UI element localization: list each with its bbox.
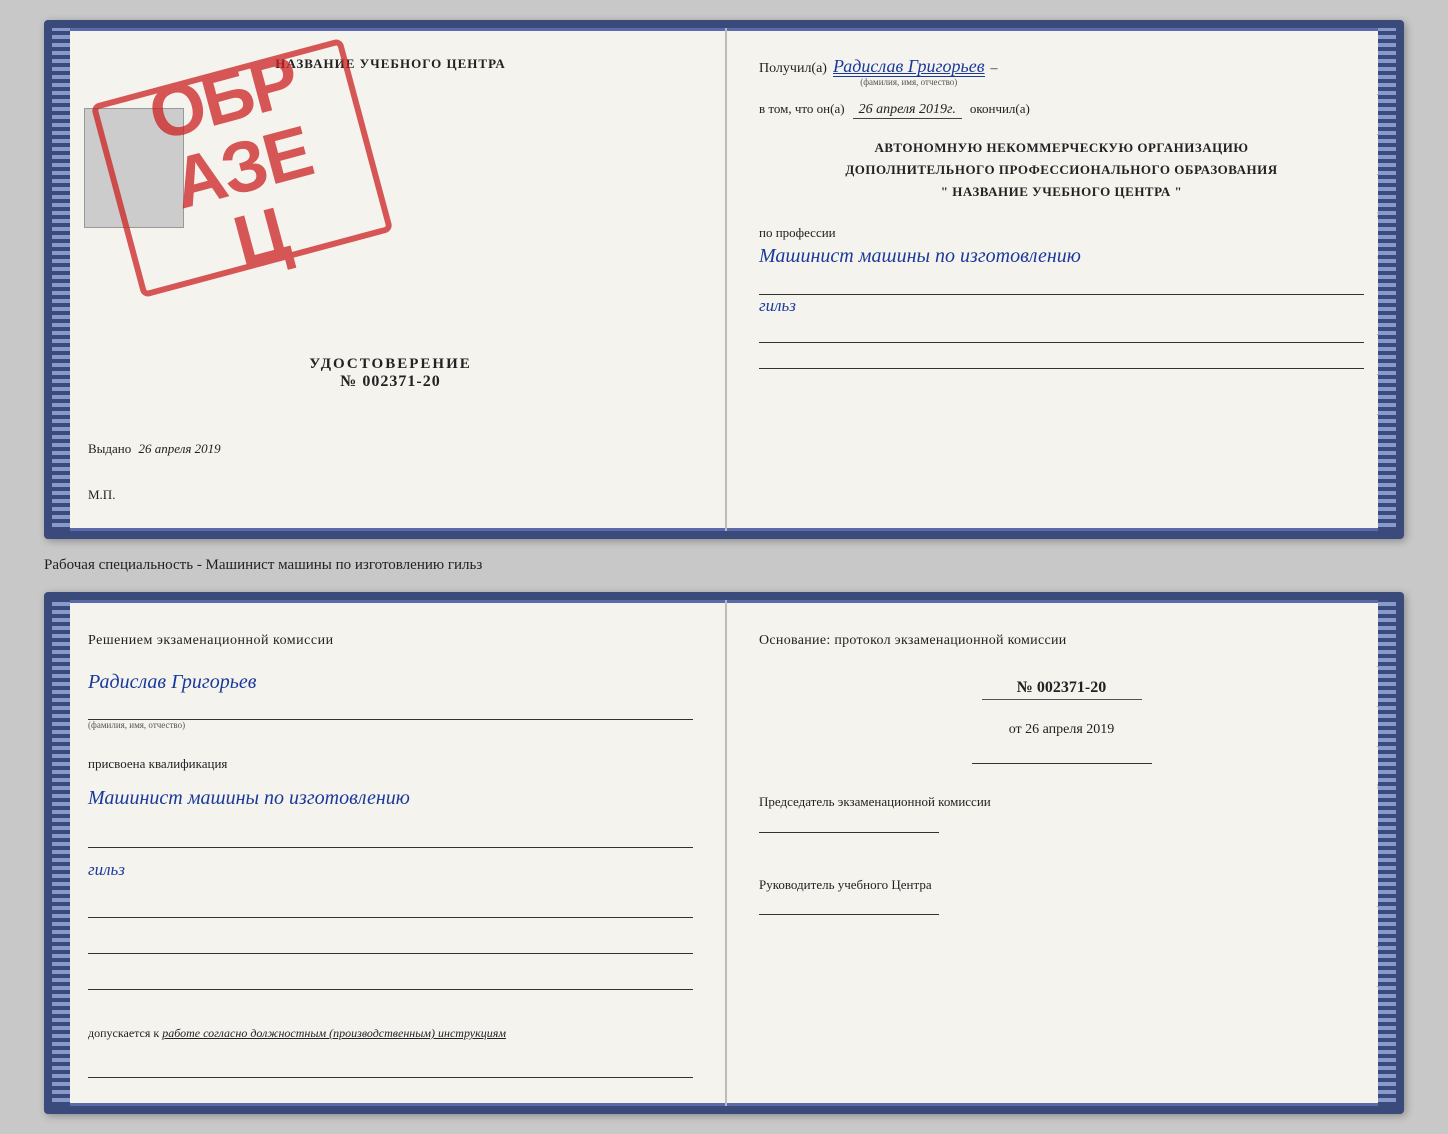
chairman-sign-line bbox=[759, 832, 939, 833]
dash-1: – bbox=[991, 61, 998, 77]
caption-text: Рабочая специальность - Машинист машины … bbox=[40, 557, 482, 574]
chairman-label: Председатель экзаменационной комиссии bbox=[759, 792, 1364, 812]
kvalif-underline-4 bbox=[88, 966, 693, 990]
osnov-header: Основание: протокол экзаменационной коми… bbox=[759, 628, 1364, 653]
kvalif-underline-3 bbox=[88, 930, 693, 954]
vtom-prefix: в том, что он(а) bbox=[759, 101, 845, 117]
vidan-date: 26 апреля 2019 bbox=[139, 441, 221, 456]
doc2-fio-hint: (фамилия, имя, отчество) bbox=[88, 720, 693, 730]
rukov-label: Руководитель учебного Центра bbox=[759, 875, 1364, 895]
vtom-date: 26 апреля 2019г. bbox=[853, 102, 962, 119]
mp-line: М.П. bbox=[88, 487, 693, 503]
rukov-sign-line bbox=[759, 914, 939, 915]
vtom-line: в том, что он(а) 26 апреля 2019г. окончи… bbox=[759, 101, 1364, 119]
dopusk-prefix: допускается к bbox=[88, 1026, 159, 1040]
rukov-block: Руководитель учебного Центра bbox=[759, 875, 1364, 930]
underline-3 bbox=[759, 345, 1364, 369]
underline-2 bbox=[759, 319, 1364, 343]
name-underline bbox=[88, 696, 693, 720]
fio-hint-1: (фамилия, имя, отчество) bbox=[833, 77, 985, 87]
kvalif-value-2: гильз bbox=[88, 858, 693, 882]
protocol-number: № 002371-20 bbox=[982, 679, 1142, 700]
document-1: НАЗВАНИЕ УЧЕБНОГО ЦЕНТРА ОБРАЗЕЦ УДОСТОВ… bbox=[44, 20, 1404, 539]
doc2-header: Решением экзаменационной комиссии bbox=[88, 628, 693, 653]
document-2: Решением экзаменационной комиссии Радисл… bbox=[44, 592, 1404, 1114]
doc1-left: НАЗВАНИЕ УЧЕБНОГО ЦЕНТРА ОБРАЗЕЦ УДОСТОВ… bbox=[52, 28, 727, 531]
poluchil-line: Получил(а) Радислав Григорьев (фамилия, … bbox=[759, 56, 1364, 87]
org-block: АВТОНОМНУЮ НЕКОММЕРЧЕСКУЮ ОРГАНИЗАЦИЮ ДО… bbox=[759, 137, 1364, 203]
doc2-right: –––и,а←––– Основание: протокол экзаменац… bbox=[727, 600, 1396, 1106]
prisvoena-label: присвоена квалификация bbox=[88, 756, 693, 772]
doc1-right: –––и,а←––– Получил(а) Радислав Григорьев… bbox=[727, 28, 1396, 531]
kvalif-underline-1 bbox=[88, 824, 693, 848]
uds-label: УДОСТОВЕРЕНИЕ bbox=[88, 356, 693, 373]
right-border-pattern-2 bbox=[1378, 600, 1396, 1106]
vidan-line: Выдано 26 апреля 2019 bbox=[88, 441, 693, 457]
doc1-title: НАЗВАНИЕ УЧЕБНОГО ЦЕНТРА bbox=[88, 56, 693, 72]
poluchil-name: Радислав Григорьев bbox=[833, 56, 985, 77]
kvalif-value: Машинист машины по изготовлению bbox=[88, 784, 693, 812]
dopusk-line: допускается к работе согласно должностны… bbox=[88, 1024, 693, 1042]
profession-value-2: гильз bbox=[759, 295, 1364, 317]
poluchil-prefix: Получил(а) bbox=[759, 61, 827, 77]
underline-1 bbox=[759, 271, 1364, 295]
org-line2: ДОПОЛНИТЕЛЬНОГО ПРОФЕССИОНАЛЬНОГО ОБРАЗО… bbox=[759, 159, 1364, 181]
doc2-left: Решением экзаменационной комиссии Радисл… bbox=[52, 600, 727, 1106]
org-line3: " НАЗВАНИЕ УЧЕБНОГО ЦЕНТРА " bbox=[759, 181, 1364, 203]
photo-placeholder bbox=[84, 108, 184, 228]
ot-date: от 26 апреля 2019 bbox=[759, 722, 1364, 764]
po-professii: по профессии bbox=[759, 225, 1364, 241]
dopusk-underline bbox=[88, 1054, 693, 1078]
org-line1: АВТОНОМНУЮ НЕКОММЕРЧЕСКУЮ ОРГАНИЗАЦИЮ bbox=[759, 137, 1364, 159]
chairman-block: Председатель экзаменационной комиссии bbox=[759, 792, 1364, 847]
uds-number: № 002371-20 bbox=[88, 373, 693, 391]
right-border-pattern bbox=[1378, 28, 1396, 531]
profession-block: по профессии Машинист машины по изготовл… bbox=[759, 225, 1364, 369]
dopusk-value: работе согласно должностным (производств… bbox=[162, 1026, 506, 1040]
kvalif-underline-2 bbox=[88, 894, 693, 918]
doc2-name: Радислав Григорьев bbox=[88, 671, 693, 694]
profession-value: Машинист машины по изготовлению bbox=[759, 243, 1364, 269]
okonchil: окончил(а) bbox=[970, 101, 1030, 117]
